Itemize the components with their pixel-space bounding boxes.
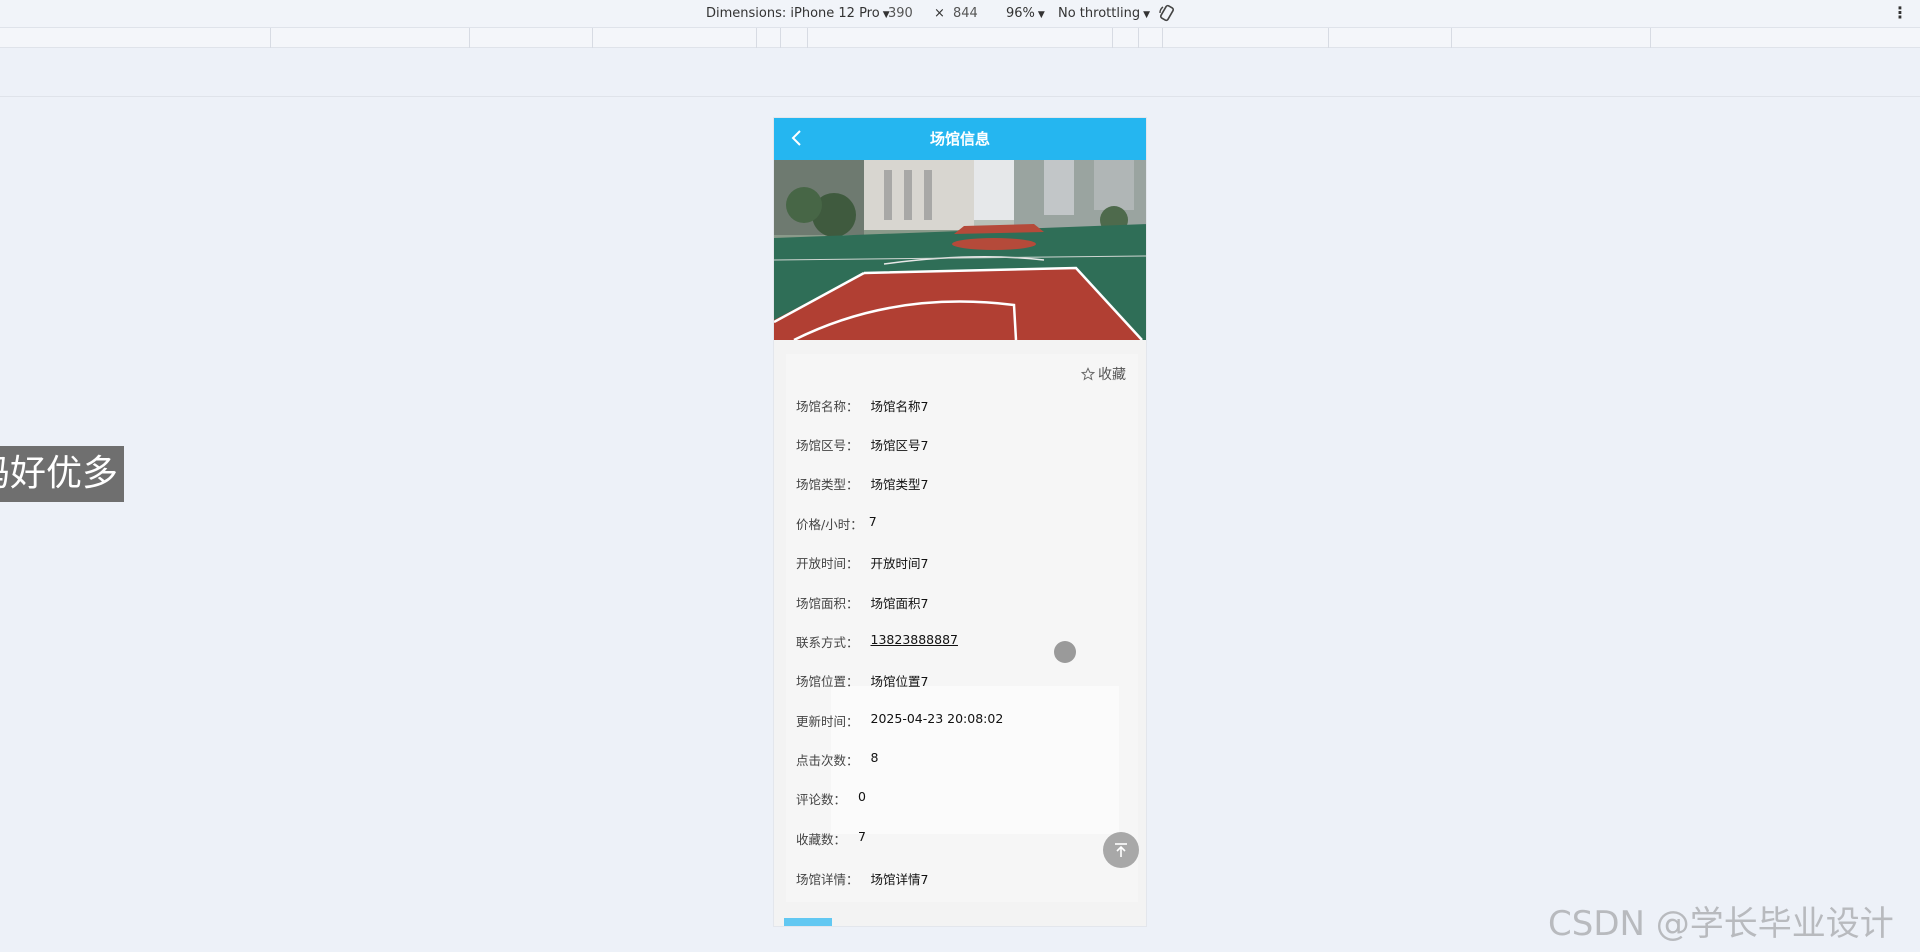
- page-title: 场馆信息: [929, 130, 990, 148]
- throttle-label: No throttling: [1058, 6, 1141, 21]
- field-value: 7: [868, 514, 877, 529]
- more-vertical-icon[interactable]: ⋮: [1892, 3, 1908, 22]
- field-label: 联系方式：: [796, 635, 859, 650]
- field-label: 场馆面积：: [796, 596, 859, 611]
- throttle-selector[interactable]: No throttling ▼: [1058, 6, 1150, 21]
- page-header: 场馆信息: [774, 118, 1146, 160]
- field-row: 场馆名称： 场馆名称7: [796, 396, 928, 415]
- field-value: 8: [870, 750, 879, 765]
- arrow-up-to-top-icon: [1115, 843, 1127, 857]
- field-row: 收藏数： 7: [796, 829, 866, 848]
- field-label: 开放时间：: [796, 556, 859, 571]
- field-row: 联系方式： 13823888887: [796, 632, 958, 651]
- watermark-text: CSDN @学长毕业设计: [1548, 904, 1894, 944]
- field-label: 点击次数：: [796, 753, 859, 768]
- width-input[interactable]: 390: [888, 6, 913, 21]
- media-query-ruler: [0, 28, 1920, 48]
- field-row: 更新时间： 2025-04-23 20:08:02: [796, 711, 1003, 730]
- field-label: 场馆位置：: [796, 674, 859, 689]
- venue-info-card: 收藏 场馆名称： 场馆名称7 场馆区号： 场馆区号7 场馆类型： 场馆类型7 价…: [786, 354, 1138, 902]
- field-row: 开放时间： 开放时间7: [796, 553, 928, 572]
- field-value: 场馆区号7: [870, 438, 929, 453]
- back-to-top-button[interactable]: [1103, 832, 1139, 868]
- field-row: 场馆区号： 场馆区号7: [796, 435, 928, 454]
- chevron-down-icon: ▼: [1037, 10, 1045, 20]
- field-value: 场馆类型7: [870, 477, 929, 492]
- field-label: 场馆详情：: [796, 872, 859, 887]
- mobile-viewport: 场馆信息 收藏 场馆名称： 场馆名称7 场馆区号： 场馆区号7 场馆类型： 场馆…: [773, 117, 1147, 927]
- field-row: 场馆类型： 场馆类型7: [796, 474, 928, 493]
- field-value: 场馆名称7: [870, 399, 929, 414]
- device-label: Dimensions: iPhone 12 Pro: [706, 6, 880, 21]
- field-row: 价格/小时： 7: [796, 514, 877, 533]
- field-row: 场馆面积： 场馆面积7: [796, 593, 928, 612]
- favorite-label: 收藏: [1098, 367, 1126, 383]
- field-row: 评论数： 0: [796, 789, 866, 808]
- field-label: 更新时间：: [796, 714, 859, 729]
- field-label: 场馆名称：: [796, 399, 859, 414]
- field-row: 场馆位置： 场馆位置7: [796, 671, 928, 690]
- zoom-selector[interactable]: 96% ▼: [1006, 6, 1045, 21]
- field-value: 开放时间7: [870, 556, 929, 571]
- loading-dot: [1054, 641, 1076, 663]
- field-value: 场馆面积7: [870, 596, 929, 611]
- field-row: 场馆详情： 场馆详情7: [796, 869, 928, 888]
- device-selector[interactable]: Dimensions: iPhone 12 Pro ▼: [706, 6, 890, 21]
- phone-link[interactable]: 13823888887: [871, 632, 958, 651]
- field-label: 评论数：: [796, 792, 847, 807]
- field-value: 场馆详情7: [870, 872, 929, 887]
- chevron-left-icon[interactable]: [786, 127, 808, 149]
- side-overlay-text: 码好优多: [0, 446, 124, 502]
- height-input[interactable]: 844: [953, 6, 978, 21]
- field-label: 场馆区号：: [796, 438, 859, 453]
- bottom-action-button[interactable]: [784, 918, 832, 926]
- venue-photo: [774, 160, 1146, 340]
- rotate-device-icon[interactable]: [1158, 4, 1176, 26]
- field-row: 点击次数： 8: [796, 750, 878, 769]
- field-value: 7: [858, 829, 866, 844]
- devtools-toolbar-spacer: [0, 48, 1920, 97]
- field-label: 价格/小时：: [796, 517, 863, 532]
- field-value: 场馆位置7: [870, 674, 929, 689]
- favorite-button[interactable]: 收藏: [1081, 364, 1126, 384]
- devtools-device-toolbar: Dimensions: iPhone 12 Pro ▼ 390 × 844 96%…: [0, 0, 1920, 28]
- field-label: 收藏数：: [796, 832, 847, 847]
- times-sign: ×: [934, 6, 945, 21]
- field-value: 0: [858, 789, 866, 804]
- field-label: 场馆类型：: [796, 477, 859, 492]
- star-outline-icon: [1081, 367, 1095, 381]
- zoom-label: 96%: [1006, 6, 1035, 21]
- field-value: 2025-04-23 20:08:02: [870, 711, 1004, 726]
- chevron-down-icon: ▼: [1143, 10, 1150, 20]
